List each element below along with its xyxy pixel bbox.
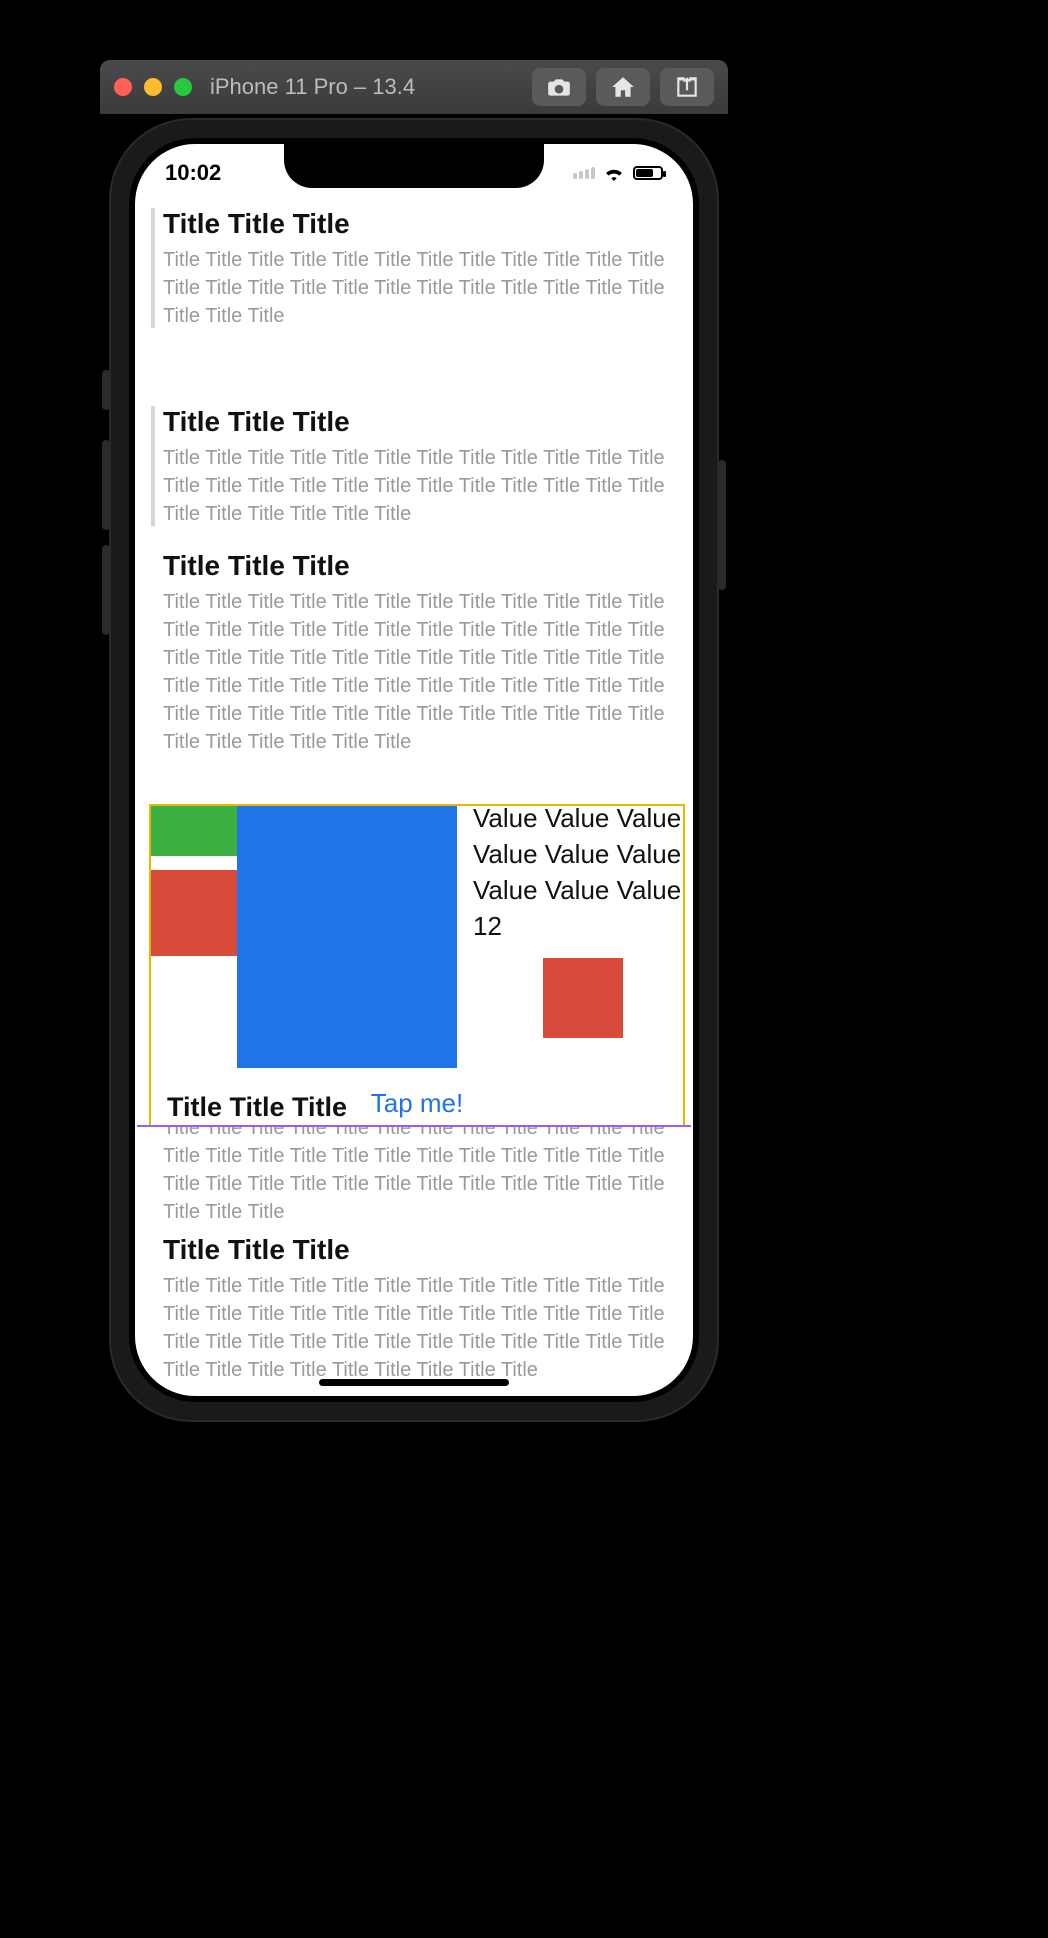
overlay-heading: Title Title Title — [167, 1092, 347, 1123]
item-accent-bar — [151, 406, 155, 526]
window-traffic-lights — [114, 78, 192, 96]
status-time: 10:02 — [165, 160, 221, 186]
item-body: Title Title Title Title Title Title Titl… — [163, 246, 675, 330]
device-screen: 10:02 Title Title Title Title Title Titl… — [135, 144, 693, 1396]
item-body: Title Title Title Title Title Title Titl… — [163, 588, 675, 756]
red-swatch — [151, 870, 237, 956]
power-button[interactable] — [718, 460, 726, 590]
item-heading: Title Title Title — [163, 406, 675, 438]
item-heading: Title Title Title — [163, 1234, 675, 1266]
cellular-icon — [573, 167, 595, 179]
value-text: Value Value Value Value Value Value Valu… — [473, 800, 683, 944]
volume-down-button[interactable] — [102, 545, 110, 635]
list-item[interactable]: Title Title Title Title Title Title Titl… — [135, 1230, 693, 1388]
home-button[interactable] — [596, 68, 650, 106]
scroll-view[interactable]: Title Title Title Title Title Title Titl… — [135, 144, 693, 1396]
debug-overlay-card: Value Value Value Value Value Value Valu… — [149, 804, 685, 1127]
close-window-button[interactable] — [114, 78, 132, 96]
item-body: Title Title Title Title Title Title Titl… — [163, 444, 675, 528]
silence-switch[interactable] — [102, 370, 110, 410]
zoom-window-button[interactable] — [174, 78, 192, 96]
simulator-toolbar — [532, 68, 714, 106]
value-text-block: Value Value Value Value Value Value Valu… — [457, 800, 683, 1038]
screenshot-icon — [546, 74, 572, 100]
home-icon — [610, 74, 636, 100]
blue-swatch — [237, 806, 457, 1068]
simulator-titlebar: iPhone 11 Pro – 13.4 — [100, 60, 728, 114]
red-swatch-small — [543, 958, 623, 1038]
tap-me-button[interactable]: Tap me! — [371, 1088, 464, 1119]
battery-icon — [633, 166, 663, 180]
minimize-window-button[interactable] — [144, 78, 162, 96]
list-item[interactable]: Title Title Title Title Title Title Titl… — [135, 190, 693, 348]
simulator-title: iPhone 11 Pro – 13.4 — [210, 74, 532, 100]
screenshot-button[interactable] — [532, 68, 586, 106]
device-frame: 10:02 Title Title Title Title Title Titl… — [111, 120, 717, 1420]
volume-up-button[interactable] — [102, 440, 110, 530]
item-accent-bar — [151, 208, 155, 328]
green-swatch — [151, 806, 237, 856]
purple-separator — [137, 1125, 691, 1127]
share-icon — [674, 74, 700, 100]
share-button[interactable] — [660, 68, 714, 106]
status-right — [573, 165, 663, 181]
list-item[interactable]: Title Title Title Title Title Title Titl… — [135, 388, 693, 546]
item-heading: Title Title Title — [163, 550, 675, 582]
list-item[interactable]: Title Title Title Title Title Title Titl… — [135, 546, 693, 760]
device-bezel: 10:02 Title Title Title Title Title Titl… — [129, 138, 699, 1402]
device-notch — [284, 144, 544, 188]
item-body: Title Title Title Title Title Title Titl… — [163, 1272, 675, 1384]
item-heading: Title Title Title — [163, 208, 675, 240]
wifi-icon — [603, 165, 625, 181]
home-indicator[interactable] — [319, 1379, 509, 1386]
